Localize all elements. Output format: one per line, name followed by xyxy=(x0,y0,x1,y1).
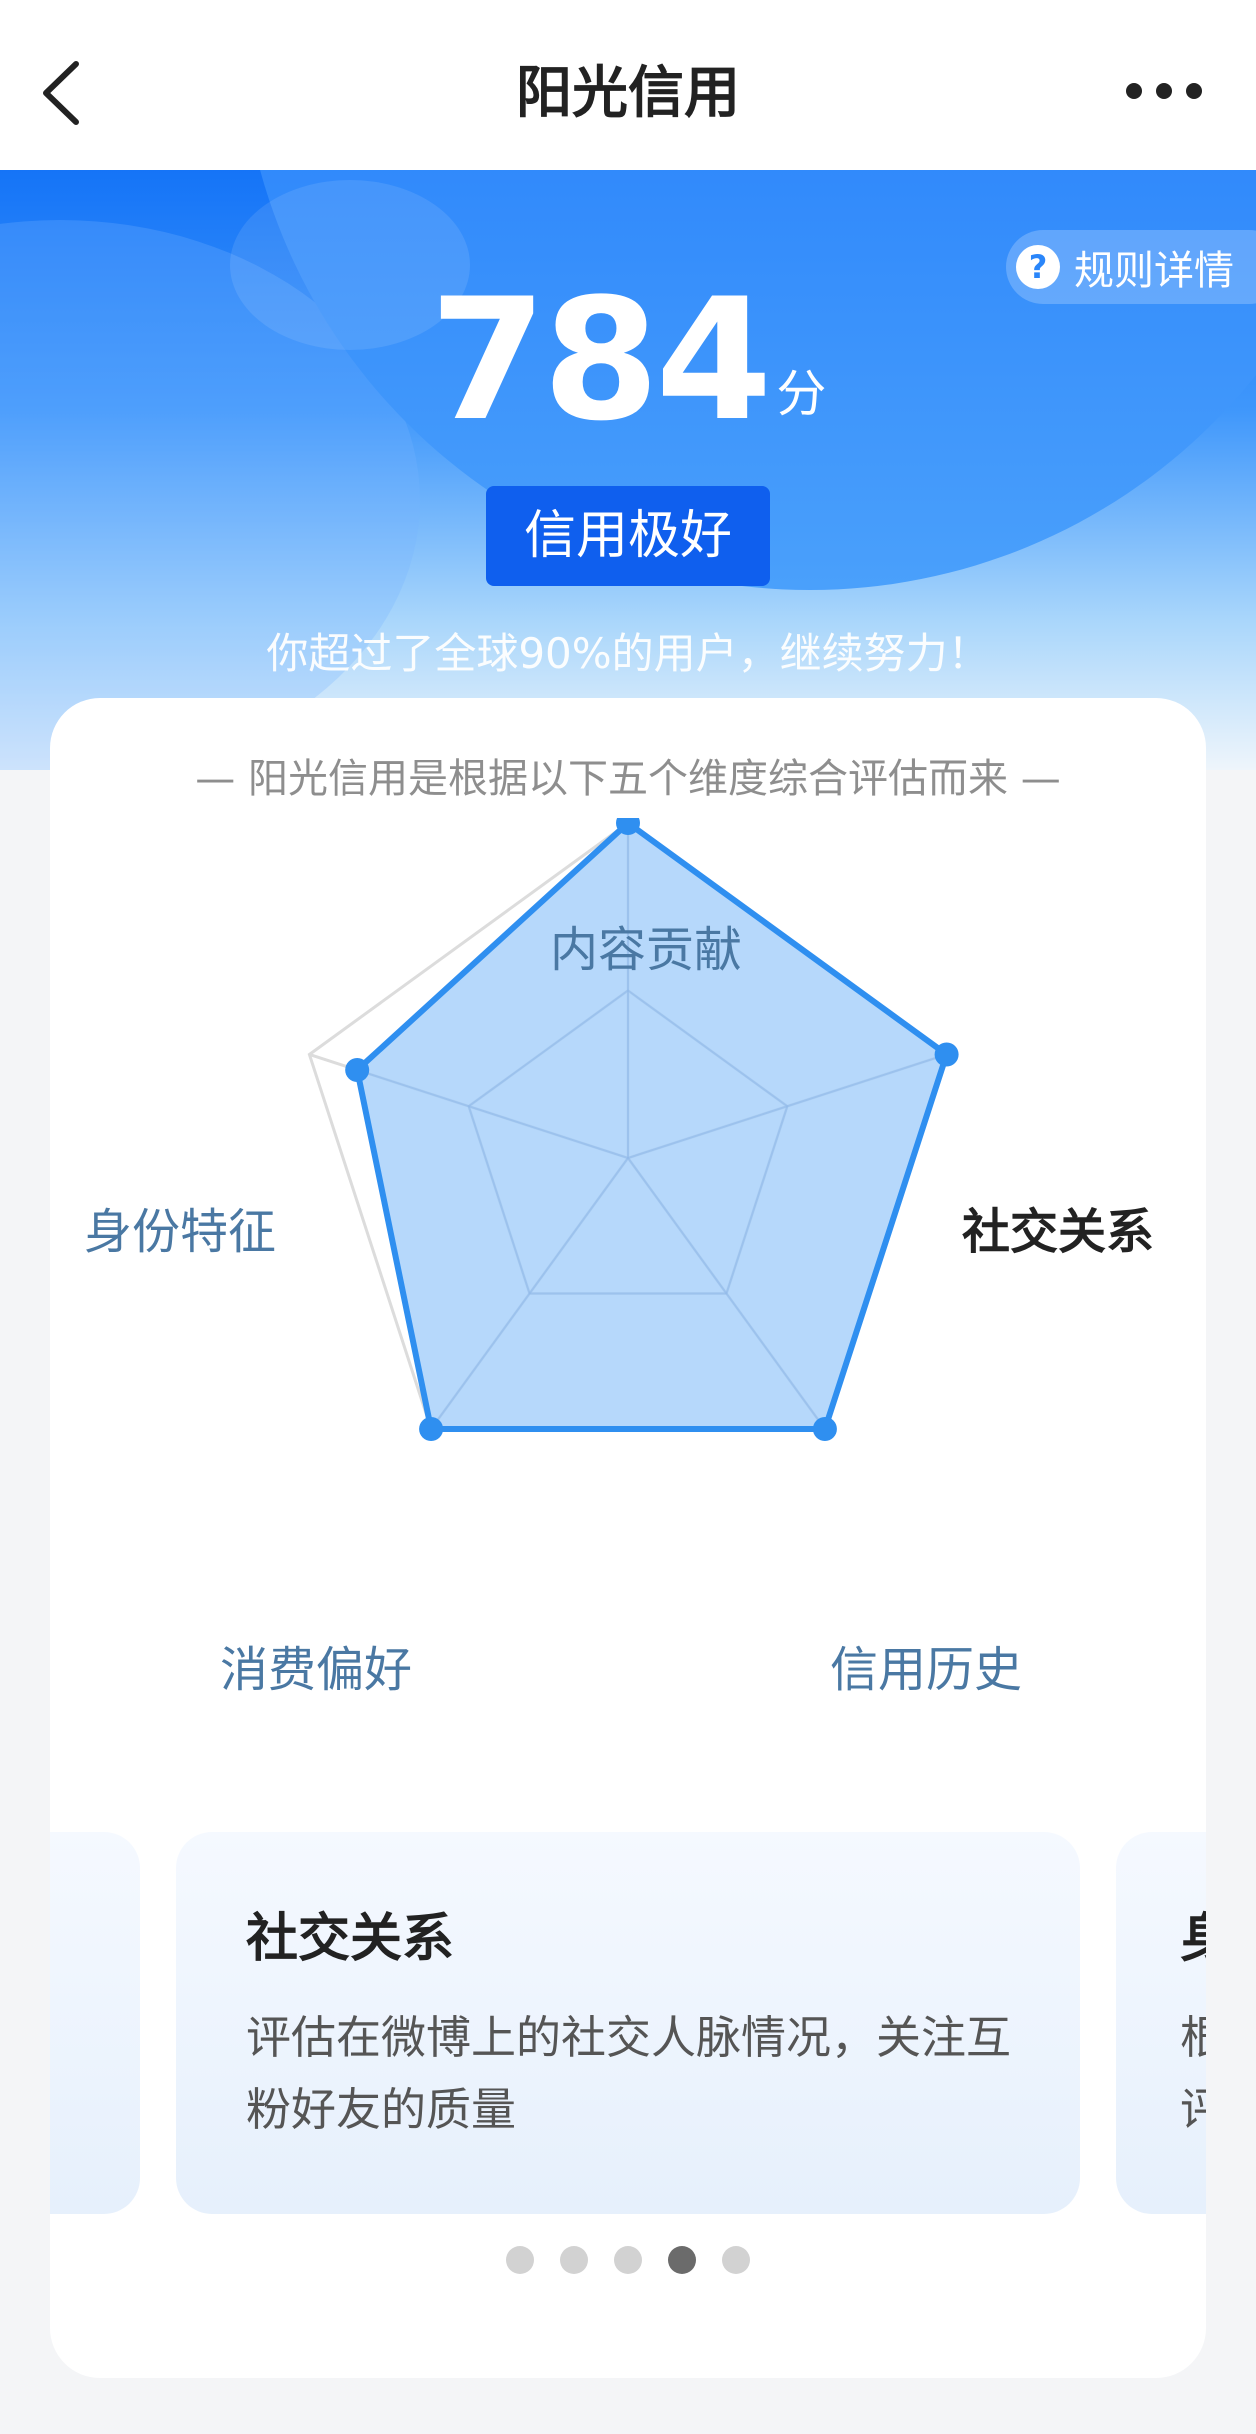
radar-label-identity[interactable]: 身份特征 xyxy=(84,1192,276,1262)
page-title: 阳光信用 xyxy=(516,61,740,126)
radar-data-point-4 xyxy=(345,1058,370,1083)
slide-description: 根 评 xyxy=(1180,2002,1206,2146)
pagination-dot[interactable] xyxy=(668,2246,696,2274)
navigation-bar: 阳光信用 xyxy=(0,0,1256,170)
slide-description: 评估在微博上的社交人脉情况，关注互粉好友的质量 xyxy=(246,2011,1012,2136)
pagination-dot[interactable] xyxy=(614,2246,642,2274)
radar-label-content[interactable]: 内容贡献 xyxy=(550,910,742,980)
score-unit: 分 xyxy=(776,365,827,423)
carousel-slide-current[interactable]: 社交关系 评估在微博上的社交人脉情况，关注互粉好友的质量 xyxy=(176,1832,1080,2214)
card-subtitle: — 阳光信用是根据以下五个维度综合评估而来 — xyxy=(195,756,1061,802)
pagination-dot[interactable] xyxy=(506,2246,534,2274)
pagination-dot[interactable] xyxy=(722,2246,750,2274)
slide-description-line: 评 xyxy=(1180,2083,1206,2136)
score-value: 784 xyxy=(429,262,773,458)
slide-description-line: 根 xyxy=(1180,2011,1206,2064)
pagination-dot[interactable] xyxy=(560,2246,588,2274)
credit-level-badge: 信用极好 xyxy=(486,486,770,586)
dimensions-card: — 阳光信用是根据以下五个维度综合评估而来 — 内容贡献 社交关系 信用历史 消… xyxy=(50,698,1206,2378)
score-header: ? 规则详情 784 分 信用极好 你超过了全球90%的用户，继续努力！ xyxy=(0,170,1256,770)
credit-score: 784 分 xyxy=(0,262,1256,458)
ranking-text: 你超过了全球90%的用户，继续努力！ xyxy=(266,629,990,678)
radar-data-point-1 xyxy=(934,1042,959,1067)
carousel-slide-next[interactable]: 身 根 评 xyxy=(1116,1832,1206,2214)
radar-data-point-3 xyxy=(419,1417,444,1442)
carousel-slide-prev[interactable] xyxy=(50,1832,140,2214)
more-dots-icon[interactable] xyxy=(1124,78,1204,104)
radar-label-consumption[interactable]: 消费偏好 xyxy=(220,1630,412,1700)
radar-label-social[interactable]: 社交关系 xyxy=(962,1192,1154,1262)
radar-label-credit-history[interactable]: 信用历史 xyxy=(830,1630,1022,1700)
radar-data-point-2 xyxy=(812,1417,837,1442)
slide-title: 社交关系 xyxy=(246,1909,455,1969)
carousel-pagination xyxy=(50,2246,1206,2274)
slide-title: 身 xyxy=(1180,1896,1206,1971)
